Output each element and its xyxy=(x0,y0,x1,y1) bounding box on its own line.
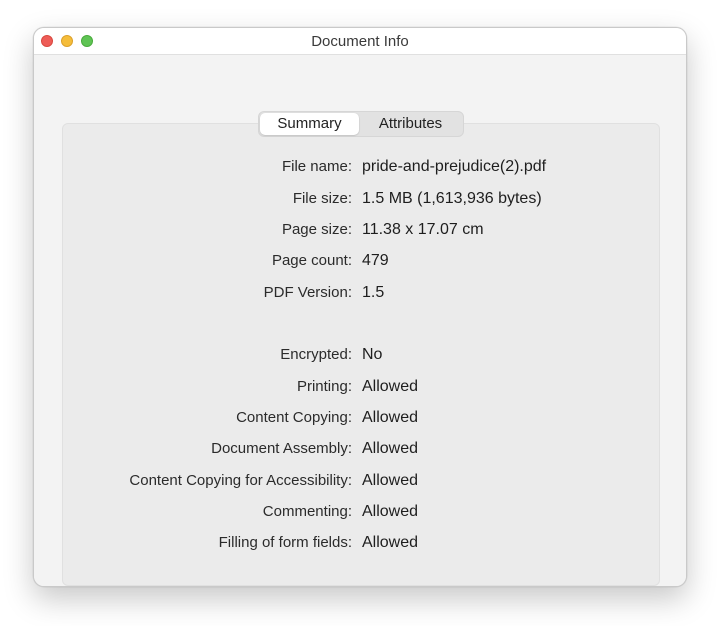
info-label: Content Copying: xyxy=(236,409,352,426)
info-value: No xyxy=(362,346,383,363)
info-value: 1.5 MB (1,613,936 bytes) xyxy=(362,190,542,207)
info-value: Allowed xyxy=(362,409,419,426)
info-value: Allowed xyxy=(362,378,419,395)
info-row-filling-form-fields: Filling of form fields: Allowed xyxy=(34,534,686,554)
info-row-file-size: File size: 1.5 MB (1,613,936 bytes) xyxy=(34,190,686,210)
info-value: pride-and-prejudice(2).pdf xyxy=(362,158,547,175)
info-label: Page count: xyxy=(271,252,352,269)
tab-attributes[interactable]: Attributes xyxy=(359,113,462,135)
info-row-commenting: Commenting: Allowed xyxy=(34,503,686,523)
info-label: Document Assembly: xyxy=(211,440,352,457)
info-label: File size: xyxy=(292,190,352,207)
info-label: Content Copying for Accessibility: xyxy=(129,472,352,489)
info-label: Commenting: xyxy=(262,503,352,520)
info-label: Filling of form fields: xyxy=(218,534,352,551)
info-row-pdf-version: PDF Version: 1.5 xyxy=(34,284,686,304)
info-value: 11.38 x 17.07 cm xyxy=(362,221,484,238)
info-value: Allowed xyxy=(362,472,419,489)
window-title: Document Info xyxy=(311,33,409,50)
window-content: Summary Attributes File name: pride-and-… xyxy=(34,55,686,586)
info-value: 479 xyxy=(362,252,389,269)
tab-bar: Summary Attributes xyxy=(258,111,464,137)
info-row-page-size: Page size: 11.38 x 17.07 cm xyxy=(34,221,686,241)
info-label: File name: xyxy=(281,158,352,175)
info-row-page-count: Page count: 479 xyxy=(34,252,686,272)
info-row-file-name: File name: pride-and-prejudice(2).pdf xyxy=(34,158,686,178)
info-value: 1.5 xyxy=(362,284,385,301)
info-value: Allowed xyxy=(362,503,419,520)
tab-summary[interactable]: Summary xyxy=(260,113,359,135)
info-value: Allowed xyxy=(362,440,419,457)
info-row-content-copying: Content Copying: Allowed xyxy=(34,409,686,429)
info-row-content-copying-accessibility: Content Copying for Accessibility: Allow… xyxy=(34,472,686,492)
info-label: PDF Version: xyxy=(263,284,352,301)
info-row-document-assembly: Document Assembly: Allowed xyxy=(34,440,686,460)
info-label: Printing: xyxy=(296,378,352,395)
document-info-window: Document Info Summary Attributes File na… xyxy=(33,27,687,587)
info-label: Encrypted: xyxy=(280,346,352,363)
info-label: Page size: xyxy=(281,221,352,238)
info-value: Allowed xyxy=(362,534,419,551)
info-row-printing: Printing: Allowed xyxy=(34,378,686,398)
info-row-encrypted: Encrypted: No xyxy=(34,346,686,366)
title-bar: Document Info xyxy=(34,28,686,55)
